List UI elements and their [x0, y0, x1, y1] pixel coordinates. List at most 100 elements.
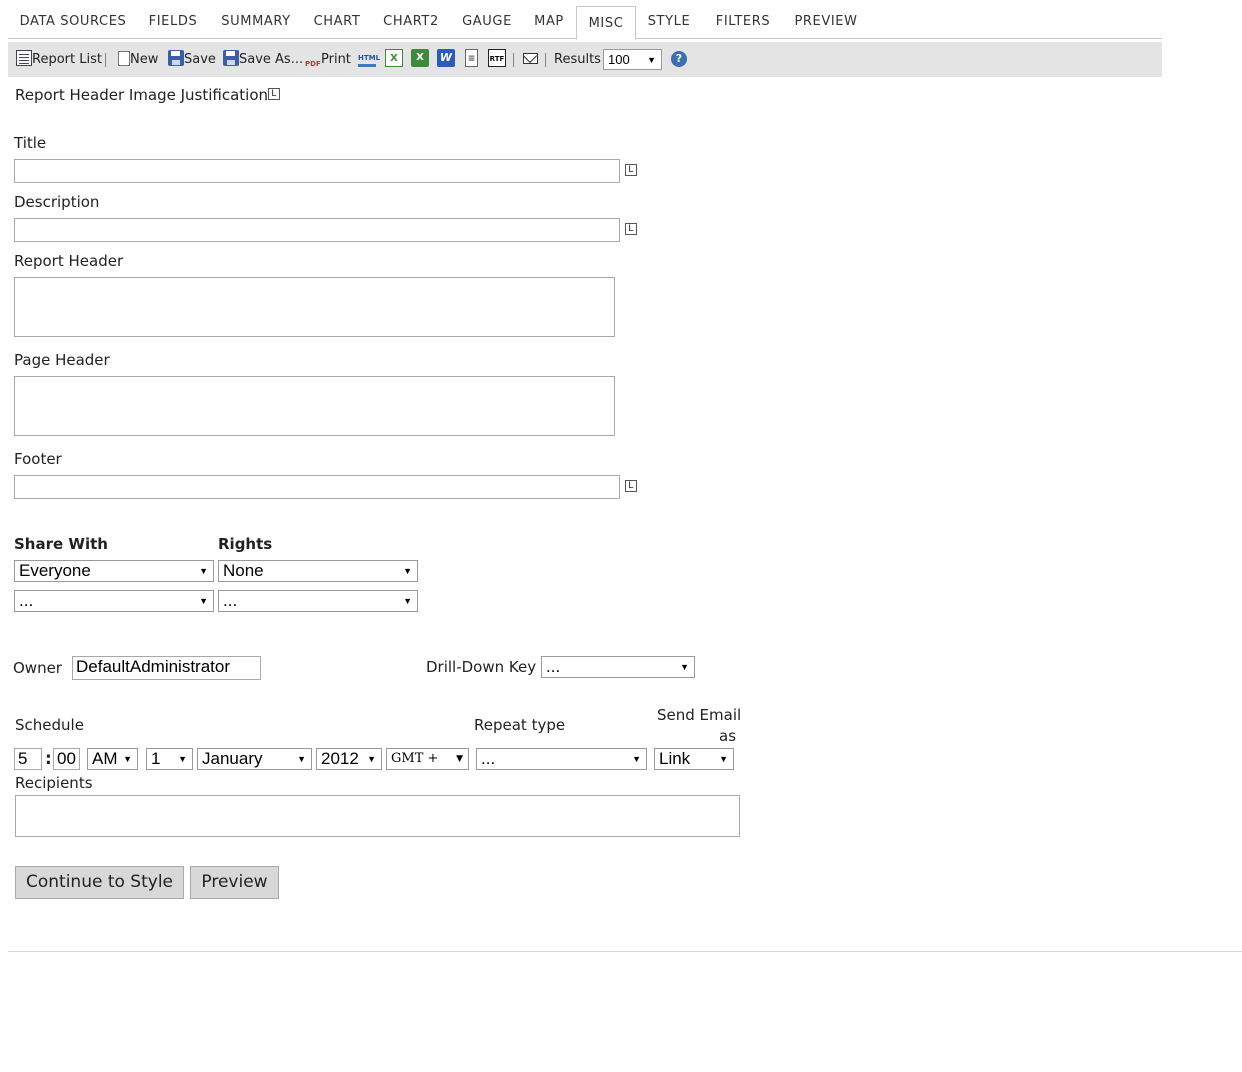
tab-misc[interactable]: MISC — [576, 6, 636, 40]
preview-button[interactable]: Preview — [190, 866, 279, 899]
print-label: Print — [321, 52, 351, 67]
tab-filters[interactable]: FILTERS — [702, 6, 784, 39]
tab-bar: DATA SOURCES FIELDS SUMMARY CHART CHART2… — [8, 6, 1162, 40]
email-icon[interactable] — [523, 53, 538, 64]
save-as-label: Save As... — [239, 52, 304, 67]
time-separator: : — [45, 749, 52, 769]
tab-chart[interactable]: CHART — [304, 6, 370, 39]
print-button[interactable]: PDFPrint — [305, 50, 351, 70]
toolbar: Report List New Save Save As... PDFPrint… — [8, 42, 1162, 77]
schedule-month-select[interactable]: January ▼ — [197, 748, 312, 770]
schedule-ampm-select[interactable]: AM ▼ — [87, 748, 138, 770]
schedule-hour-input[interactable]: 5 — [14, 748, 42, 770]
schedule-label: Schedule — [15, 716, 84, 734]
schedule-timezone-select[interactable]: GMT + ▼ — [386, 748, 469, 770]
page-header-label: Page Header — [14, 351, 110, 369]
owner-input[interactable]: DefaultAdministrator — [72, 656, 261, 680]
report-header-label: Report Header — [14, 252, 124, 270]
new-button[interactable]: New — [116, 50, 158, 70]
send-email-as-value: Link — [659, 749, 691, 768]
word-export-icon[interactable]: W — [437, 49, 455, 67]
chevron-down-icon: ▼ — [199, 596, 208, 606]
schedule-year-select[interactable]: 2012 ▼ — [316, 748, 382, 770]
description-label: Description — [14, 193, 100, 211]
page-icon[interactable]: ≡ — [465, 49, 478, 67]
chevron-down-icon: ▼ — [719, 754, 728, 764]
footer-divider — [8, 951, 1242, 952]
tab-fields[interactable]: FIELDS — [138, 6, 208, 39]
results-label: Results — [554, 52, 601, 67]
rights-select[interactable]: ... ▼ — [218, 590, 418, 612]
rights-label: Rights — [218, 535, 273, 553]
save-as-icon — [223, 50, 239, 66]
results-select[interactable]: 100 ▼ — [603, 49, 662, 70]
share-with-label: Share With — [14, 535, 108, 553]
toolbar-divider — [105, 53, 106, 67]
report-header-textarea[interactable] — [14, 277, 615, 337]
rtf-export-icon[interactable]: RTF — [488, 49, 506, 67]
footer-input[interactable] — [14, 475, 620, 499]
rights-value: None — [223, 561, 264, 580]
year-value: 2012 — [321, 749, 359, 768]
results-select-value: 100 — [608, 52, 630, 67]
schedule-minute-input[interactable]: 00 — [53, 748, 80, 770]
continue-to-style-button[interactable]: Continue to Style — [15, 866, 184, 899]
description-input[interactable] — [14, 218, 620, 242]
title-label: Title — [14, 134, 47, 152]
drilldown-key-label: Drill-Down Key — [426, 658, 537, 676]
recipients-textarea[interactable] — [15, 795, 740, 837]
image-justification-button[interactable]: L — [268, 88, 280, 100]
share-with-select[interactable]: Everyone ▼ — [14, 560, 214, 582]
chevron-down-icon: ▼ — [647, 55, 656, 65]
chevron-down-icon: ▼ — [367, 754, 376, 764]
chevron-down-icon: ▼ — [403, 596, 412, 606]
xlsx-export-icon[interactable]: X — [385, 49, 403, 67]
chevron-down-icon: ▼ — [632, 754, 641, 764]
send-email-label: Send Email — [657, 706, 742, 724]
excel-export-icon[interactable]: X — [411, 49, 429, 67]
toolbar-divider — [545, 53, 546, 67]
drilldown-key-select[interactable]: ... ▼ — [541, 656, 695, 678]
send-email-as-select[interactable]: Link ▼ — [654, 748, 734, 770]
repeat-type-select[interactable]: ... ▼ — [476, 748, 647, 770]
drilldown-key-value: ... — [546, 657, 561, 676]
chevron-down-icon: ▼ — [178, 754, 187, 764]
tab-chart2[interactable]: CHART2 — [370, 6, 452, 39]
tab-data-sources[interactable]: DATA SOURCES — [8, 6, 138, 39]
tab-style[interactable]: STYLE — [636, 6, 702, 39]
chevron-down-icon: ▼ — [297, 754, 306, 764]
description-justify-button[interactable]: L — [625, 223, 637, 235]
report-list-label: Report List — [32, 52, 102, 67]
save-button[interactable]: Save — [168, 50, 216, 70]
repeat-type-value: ... — [481, 749, 496, 768]
share-with-select[interactable]: ... ▼ — [14, 590, 214, 612]
html-export-icon[interactable]: HTML — [358, 49, 380, 67]
schedule-day-select[interactable]: 1 ▼ — [146, 748, 193, 770]
rights-select[interactable]: None ▼ — [218, 560, 418, 582]
image-justification-label: Report Header Image Justification: — [15, 86, 274, 104]
toolbar-divider — [513, 53, 514, 67]
month-value: January — [202, 749, 263, 768]
chevron-down-icon: ▼ — [456, 754, 463, 764]
tab-gauge[interactable]: GAUGE — [452, 6, 522, 39]
tab-map[interactable]: MAP — [522, 6, 576, 39]
send-email-label-as: as — [719, 727, 737, 745]
rights-value: ... — [223, 591, 238, 610]
save-icon — [168, 50, 184, 66]
title-input[interactable] — [14, 159, 620, 183]
save-as-button[interactable]: Save As... — [223, 50, 303, 70]
report-list-icon — [16, 50, 32, 66]
title-justify-button[interactable]: L — [625, 164, 637, 176]
help-icon[interactable]: ? — [671, 51, 687, 67]
footer-label: Footer — [14, 450, 62, 468]
new-label: New — [130, 52, 159, 67]
owner-label: Owner — [13, 659, 62, 677]
share-with-value: Everyone — [19, 561, 91, 580]
report-list-button[interactable]: Report List — [16, 50, 102, 70]
footer-justify-button[interactable]: L — [625, 480, 637, 492]
timezone-value: GMT + — [391, 751, 439, 766]
tab-preview[interactable]: PREVIEW — [784, 6, 868, 39]
page-header-textarea[interactable] — [14, 376, 615, 436]
tab-summary[interactable]: SUMMARY — [208, 6, 304, 39]
recipients-label: Recipients — [15, 774, 93, 792]
